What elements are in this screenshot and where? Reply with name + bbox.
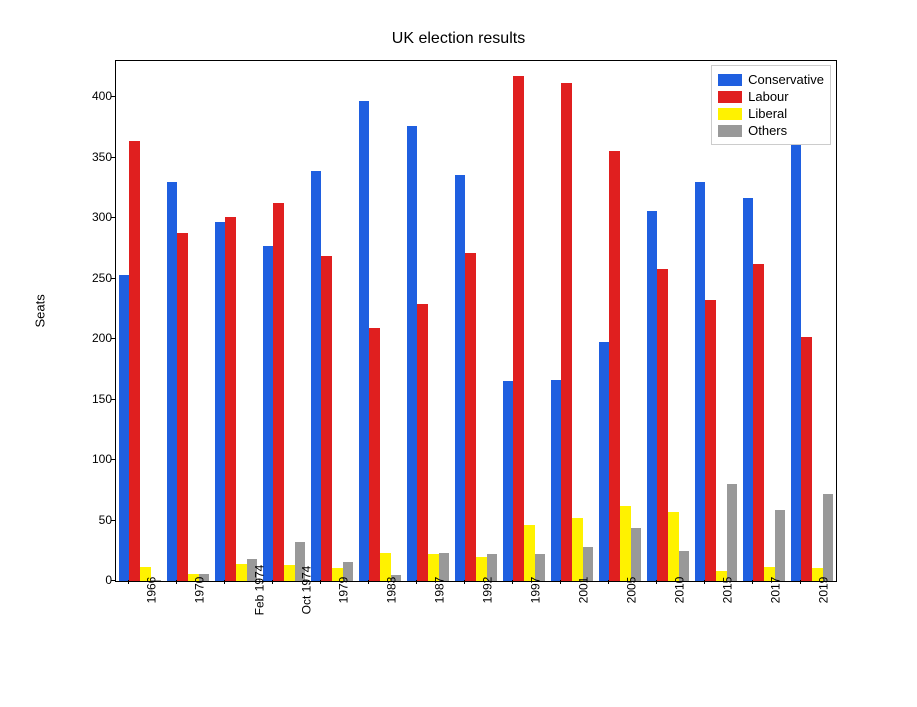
legend-swatch bbox=[718, 125, 742, 137]
x-tick-label: 2019 bbox=[800, 577, 830, 604]
bar-liberal bbox=[524, 525, 535, 581]
bar-conservative bbox=[791, 140, 802, 581]
bar-conservative bbox=[743, 198, 754, 581]
legend-label: Labour bbox=[748, 89, 788, 104]
legend-item: Labour bbox=[718, 89, 824, 104]
bar-conservative bbox=[407, 126, 418, 581]
bar-conservative bbox=[167, 182, 178, 581]
y-tick-label: 350 bbox=[92, 150, 112, 164]
bar-labour bbox=[801, 337, 812, 581]
bar-conservative bbox=[311, 171, 322, 581]
x-tick-label: 1997 bbox=[512, 577, 542, 604]
bar-conservative bbox=[503, 381, 514, 581]
legend: Conservative Labour Liberal Others bbox=[711, 65, 831, 145]
x-tick-label: Oct 1974 bbox=[272, 566, 313, 615]
legend-swatch bbox=[718, 74, 742, 86]
legend-swatch bbox=[718, 91, 742, 103]
y-tick-label: 250 bbox=[92, 271, 112, 285]
bar-others bbox=[823, 494, 834, 581]
bar-liberal bbox=[668, 512, 679, 581]
bar-others bbox=[631, 528, 642, 581]
x-tick-label: 1983 bbox=[368, 577, 398, 604]
y-axis-label: Seats bbox=[33, 294, 48, 327]
x-tick-label: 2005 bbox=[608, 577, 638, 604]
legend-item: Liberal bbox=[718, 106, 824, 121]
bar-labour bbox=[129, 141, 140, 581]
bar-others bbox=[727, 484, 738, 581]
legend-label: Liberal bbox=[748, 106, 787, 121]
y-tick-label: 100 bbox=[92, 452, 112, 466]
bar-labour bbox=[273, 203, 284, 582]
legend-swatch bbox=[718, 108, 742, 120]
bar-labour bbox=[321, 256, 332, 581]
bar-labour bbox=[177, 233, 188, 581]
bar-labour bbox=[417, 304, 428, 581]
bar-labour bbox=[705, 300, 716, 581]
bar-conservative bbox=[455, 175, 466, 581]
bar-conservative bbox=[119, 275, 130, 581]
x-tick-label: 1987 bbox=[416, 577, 446, 604]
x-tick-label: 1966 bbox=[128, 577, 158, 604]
bar-labour bbox=[225, 217, 236, 581]
bar-conservative bbox=[359, 101, 370, 581]
legend-item: Conservative bbox=[718, 72, 824, 87]
bar-labour bbox=[657, 269, 668, 581]
bar-labour bbox=[513, 76, 524, 581]
x-tick-label: 1970 bbox=[176, 577, 206, 604]
y-tick-label: 300 bbox=[92, 210, 112, 224]
y-tick-label: 150 bbox=[92, 392, 112, 406]
bar-others bbox=[775, 510, 786, 581]
bar-labour bbox=[753, 264, 764, 581]
x-tick-label: 2015 bbox=[704, 577, 734, 604]
bar-labour bbox=[369, 328, 380, 581]
bar-conservative bbox=[263, 246, 274, 581]
legend-label: Others bbox=[748, 123, 787, 138]
chart-title: UK election results bbox=[0, 30, 917, 48]
bar-conservative bbox=[215, 222, 226, 581]
x-tick-label: 1992 bbox=[464, 577, 494, 604]
x-tick-label: 2010 bbox=[656, 577, 686, 604]
bar-labour bbox=[561, 83, 572, 581]
y-tick-label: 400 bbox=[92, 89, 112, 103]
y-tick-label: 0 bbox=[105, 573, 112, 587]
y-tick-label: 200 bbox=[92, 331, 112, 345]
y-tick-label: 50 bbox=[99, 513, 112, 527]
bar-conservative bbox=[647, 211, 658, 581]
x-tick-label: Feb 1974 bbox=[224, 565, 266, 616]
x-tick-label: 1979 bbox=[320, 577, 350, 604]
bar-liberal bbox=[572, 518, 583, 581]
bar-conservative bbox=[551, 380, 562, 581]
legend-item: Others bbox=[718, 123, 824, 138]
x-tick-label: 2017 bbox=[752, 577, 782, 604]
bar-labour bbox=[465, 253, 476, 581]
bar-labour bbox=[609, 151, 620, 582]
bar-liberal bbox=[620, 506, 631, 581]
x-tick-label: 2001 bbox=[560, 577, 590, 604]
bar-conservative bbox=[599, 342, 610, 581]
legend-label: Conservative bbox=[748, 72, 824, 87]
bar-conservative bbox=[695, 182, 706, 581]
chart-container: UK election results Seats Conservative La… bbox=[0, 0, 917, 707]
